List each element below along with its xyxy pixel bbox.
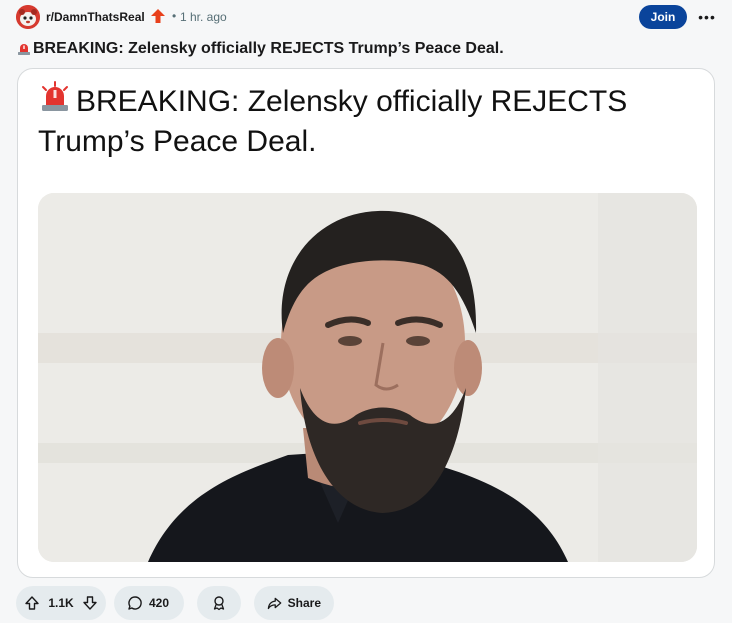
siren-icon bbox=[42, 81, 68, 111]
post-header: r/DamnThatsReal • 1 hr. ago Join ••• bbox=[16, 4, 716, 30]
upvote-button[interactable] bbox=[24, 595, 40, 611]
separator-dot: • bbox=[172, 9, 177, 23]
post-media-card[interactable]: BREAKING: Zelensky officially REJECTS Tr… bbox=[17, 68, 715, 578]
award-button[interactable] bbox=[197, 586, 241, 620]
join-button[interactable]: Join bbox=[639, 5, 687, 29]
comments-button[interactable]: 420 bbox=[114, 586, 184, 620]
siren-icon bbox=[18, 44, 30, 55]
arrow-up-icon bbox=[25, 596, 39, 610]
post-title-text: BREAKING: Zelensky officially REJECTS Tr… bbox=[33, 40, 504, 57]
downvote-button[interactable] bbox=[82, 595, 98, 611]
share-label: Share bbox=[287, 596, 321, 610]
arrow-down-icon bbox=[83, 596, 97, 610]
share-button[interactable]: Share bbox=[254, 586, 334, 620]
award-icon bbox=[213, 596, 225, 611]
more-icon: ••• bbox=[698, 9, 716, 25]
vote-control: 1.1K bbox=[16, 586, 106, 620]
arrow-up-icon bbox=[150, 8, 166, 24]
portrait-photo[interactable] bbox=[38, 193, 697, 562]
subreddit-name[interactable]: r/DamnThatsReal bbox=[46, 10, 145, 24]
more-options-button[interactable]: ••• bbox=[696, 7, 718, 27]
vote-count: 1.1K bbox=[48, 596, 74, 610]
post-title[interactable]: BREAKING: Zelensky officially REJECTS Tr… bbox=[16, 38, 716, 60]
media-headline: BREAKING: Zelensky officially REJECTS Tr… bbox=[38, 81, 688, 162]
media-headline-text: BREAKING: Zelensky officially REJECTS Tr… bbox=[38, 85, 628, 158]
post-time: 1 hr. ago bbox=[180, 10, 227, 24]
subreddit-avatar[interactable] bbox=[16, 5, 40, 29]
comment-count: 420 bbox=[149, 596, 170, 610]
comment-icon bbox=[128, 596, 142, 610]
post: r/DamnThatsReal • 1 hr. ago Join ••• BRE… bbox=[0, 0, 732, 623]
share-icon bbox=[267, 597, 282, 610]
